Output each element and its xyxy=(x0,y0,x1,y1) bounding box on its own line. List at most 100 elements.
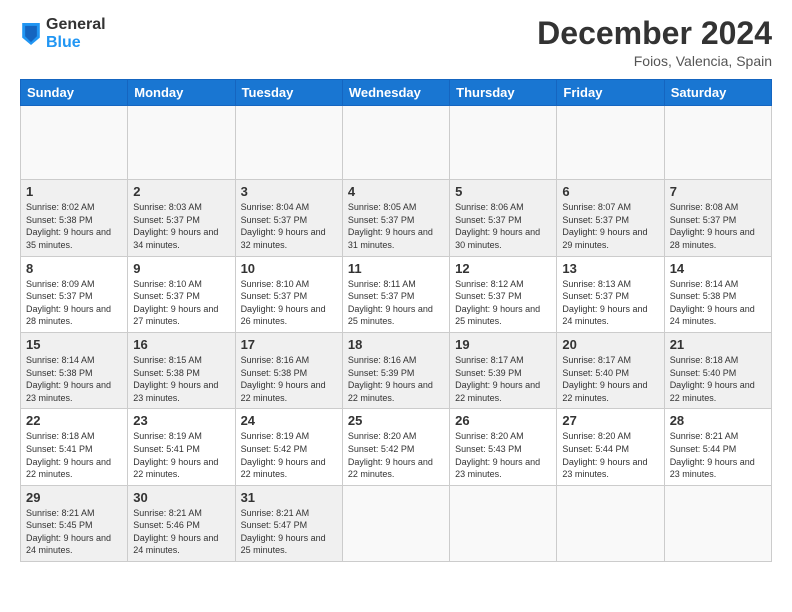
table-cell: 5 Sunrise: 8:06 AMSunset: 5:37 PMDayligh… xyxy=(450,180,557,256)
cell-info: Sunrise: 8:20 AMSunset: 5:42 PMDaylight:… xyxy=(348,431,433,479)
logo-text: General Blue xyxy=(46,16,106,52)
table-cell xyxy=(128,106,235,180)
cell-info: Sunrise: 8:21 AMSunset: 5:44 PMDaylight:… xyxy=(670,431,755,479)
table-cell xyxy=(450,485,557,561)
cell-info: Sunrise: 8:17 AMSunset: 5:40 PMDaylight:… xyxy=(562,355,647,403)
day-number: 27 xyxy=(562,413,658,428)
table-cell: 21 Sunrise: 8:18 AMSunset: 5:40 PMDaylig… xyxy=(664,332,771,408)
cell-info: Sunrise: 8:03 AMSunset: 5:37 PMDaylight:… xyxy=(133,202,218,250)
day-number: 18 xyxy=(348,337,444,352)
cell-info: Sunrise: 8:07 AMSunset: 5:37 PMDaylight:… xyxy=(562,202,647,250)
table-cell: 4 Sunrise: 8:05 AMSunset: 5:37 PMDayligh… xyxy=(342,180,449,256)
day-number: 23 xyxy=(133,413,229,428)
cell-info: Sunrise: 8:08 AMSunset: 5:37 PMDaylight:… xyxy=(670,202,755,250)
table-cell: 24 Sunrise: 8:19 AMSunset: 5:42 PMDaylig… xyxy=(235,409,342,485)
table-cell xyxy=(21,106,128,180)
table-cell: 7 Sunrise: 8:08 AMSunset: 5:37 PMDayligh… xyxy=(664,180,771,256)
table-cell: 11 Sunrise: 8:11 AMSunset: 5:37 PMDaylig… xyxy=(342,256,449,332)
day-number: 22 xyxy=(26,413,122,428)
cell-info: Sunrise: 8:13 AMSunset: 5:37 PMDaylight:… xyxy=(562,279,647,327)
day-number: 7 xyxy=(670,184,766,199)
calendar-week-row: 15 Sunrise: 8:14 AMSunset: 5:38 PMDaylig… xyxy=(21,332,772,408)
table-cell: 15 Sunrise: 8:14 AMSunset: 5:38 PMDaylig… xyxy=(21,332,128,408)
table-cell: 29 Sunrise: 8:21 AMSunset: 5:45 PMDaylig… xyxy=(21,485,128,561)
calendar-week-row: 22 Sunrise: 8:18 AMSunset: 5:41 PMDaylig… xyxy=(21,409,772,485)
col-wednesday: Wednesday xyxy=(342,80,449,106)
calendar-week-row: 29 Sunrise: 8:21 AMSunset: 5:45 PMDaylig… xyxy=(21,485,772,561)
table-cell: 14 Sunrise: 8:14 AMSunset: 5:38 PMDaylig… xyxy=(664,256,771,332)
day-number: 11 xyxy=(348,261,444,276)
title-block: December 2024 Foios, Valencia, Spain xyxy=(537,16,772,69)
day-number: 5 xyxy=(455,184,551,199)
col-monday: Monday xyxy=(128,80,235,106)
table-cell: 18 Sunrise: 8:16 AMSunset: 5:39 PMDaylig… xyxy=(342,332,449,408)
table-cell: 3 Sunrise: 8:04 AMSunset: 5:37 PMDayligh… xyxy=(235,180,342,256)
table-cell: 23 Sunrise: 8:19 AMSunset: 5:41 PMDaylig… xyxy=(128,409,235,485)
day-number: 8 xyxy=(26,261,122,276)
col-sunday: Sunday xyxy=(21,80,128,106)
day-number: 28 xyxy=(670,413,766,428)
cell-info: Sunrise: 8:04 AMSunset: 5:37 PMDaylight:… xyxy=(241,202,326,250)
table-cell: 12 Sunrise: 8:12 AMSunset: 5:37 PMDaylig… xyxy=(450,256,557,332)
col-friday: Friday xyxy=(557,80,664,106)
day-number: 16 xyxy=(133,337,229,352)
cell-info: Sunrise: 8:21 AMSunset: 5:46 PMDaylight:… xyxy=(133,508,218,556)
table-cell: 27 Sunrise: 8:20 AMSunset: 5:44 PMDaylig… xyxy=(557,409,664,485)
table-cell: 10 Sunrise: 8:10 AMSunset: 5:37 PMDaylig… xyxy=(235,256,342,332)
day-number: 9 xyxy=(133,261,229,276)
cell-info: Sunrise: 8:15 AMSunset: 5:38 PMDaylight:… xyxy=(133,355,218,403)
day-number: 15 xyxy=(26,337,122,352)
cell-info: Sunrise: 8:10 AMSunset: 5:37 PMDaylight:… xyxy=(241,279,326,327)
table-cell: 28 Sunrise: 8:21 AMSunset: 5:44 PMDaylig… xyxy=(664,409,771,485)
table-cell xyxy=(664,485,771,561)
col-tuesday: Tuesday xyxy=(235,80,342,106)
cell-info: Sunrise: 8:17 AMSunset: 5:39 PMDaylight:… xyxy=(455,355,540,403)
cell-info: Sunrise: 8:11 AMSunset: 5:37 PMDaylight:… xyxy=(348,279,433,327)
table-cell: 17 Sunrise: 8:16 AMSunset: 5:38 PMDaylig… xyxy=(235,332,342,408)
table-cell: 20 Sunrise: 8:17 AMSunset: 5:40 PMDaylig… xyxy=(557,332,664,408)
day-number: 25 xyxy=(348,413,444,428)
day-number: 31 xyxy=(241,490,337,505)
table-cell: 9 Sunrise: 8:10 AMSunset: 5:37 PMDayligh… xyxy=(128,256,235,332)
logo-icon xyxy=(22,23,40,45)
cell-info: Sunrise: 8:18 AMSunset: 5:40 PMDaylight:… xyxy=(670,355,755,403)
cell-info: Sunrise: 8:05 AMSunset: 5:37 PMDaylight:… xyxy=(348,202,433,250)
day-number: 29 xyxy=(26,490,122,505)
location: Foios, Valencia, Spain xyxy=(537,53,772,69)
day-number: 2 xyxy=(133,184,229,199)
table-cell: 6 Sunrise: 8:07 AMSunset: 5:37 PMDayligh… xyxy=(557,180,664,256)
calendar-week-row xyxy=(21,106,772,180)
cell-info: Sunrise: 8:06 AMSunset: 5:37 PMDaylight:… xyxy=(455,202,540,250)
day-number: 19 xyxy=(455,337,551,352)
table-cell xyxy=(450,106,557,180)
col-saturday: Saturday xyxy=(664,80,771,106)
table-cell xyxy=(664,106,771,180)
logo: General Blue xyxy=(20,16,106,52)
cell-info: Sunrise: 8:14 AMSunset: 5:38 PMDaylight:… xyxy=(26,355,111,403)
cell-info: Sunrise: 8:18 AMSunset: 5:41 PMDaylight:… xyxy=(26,431,111,479)
day-number: 14 xyxy=(670,261,766,276)
cell-info: Sunrise: 8:12 AMSunset: 5:37 PMDaylight:… xyxy=(455,279,540,327)
calendar-week-row: 1 Sunrise: 8:02 AMSunset: 5:38 PMDayligh… xyxy=(21,180,772,256)
table-cell: 19 Sunrise: 8:17 AMSunset: 5:39 PMDaylig… xyxy=(450,332,557,408)
table-cell: 13 Sunrise: 8:13 AMSunset: 5:37 PMDaylig… xyxy=(557,256,664,332)
cell-info: Sunrise: 8:10 AMSunset: 5:37 PMDaylight:… xyxy=(133,279,218,327)
table-cell: 30 Sunrise: 8:21 AMSunset: 5:46 PMDaylig… xyxy=(128,485,235,561)
day-number: 3 xyxy=(241,184,337,199)
table-cell: 22 Sunrise: 8:18 AMSunset: 5:41 PMDaylig… xyxy=(21,409,128,485)
table-cell: 25 Sunrise: 8:20 AMSunset: 5:42 PMDaylig… xyxy=(342,409,449,485)
table-cell: 2 Sunrise: 8:03 AMSunset: 5:37 PMDayligh… xyxy=(128,180,235,256)
cell-info: Sunrise: 8:20 AMSunset: 5:44 PMDaylight:… xyxy=(562,431,647,479)
cell-info: Sunrise: 8:19 AMSunset: 5:42 PMDaylight:… xyxy=(241,431,326,479)
table-cell: 8 Sunrise: 8:09 AMSunset: 5:37 PMDayligh… xyxy=(21,256,128,332)
table-cell: 16 Sunrise: 8:15 AMSunset: 5:38 PMDaylig… xyxy=(128,332,235,408)
calendar-header-row: Sunday Monday Tuesday Wednesday Thursday… xyxy=(21,80,772,106)
day-number: 1 xyxy=(26,184,122,199)
calendar-week-row: 8 Sunrise: 8:09 AMSunset: 5:37 PMDayligh… xyxy=(21,256,772,332)
day-number: 6 xyxy=(562,184,658,199)
page: General Blue December 2024 Foios, Valenc… xyxy=(0,0,792,612)
table-cell xyxy=(557,485,664,561)
cell-info: Sunrise: 8:14 AMSunset: 5:38 PMDaylight:… xyxy=(670,279,755,327)
day-number: 13 xyxy=(562,261,658,276)
cell-info: Sunrise: 8:19 AMSunset: 5:41 PMDaylight:… xyxy=(133,431,218,479)
